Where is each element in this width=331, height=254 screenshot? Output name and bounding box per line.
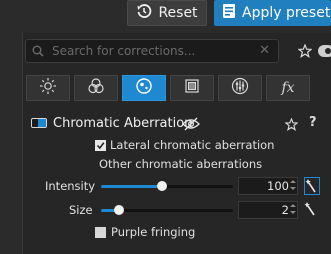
size-slider[interactable] — [101, 205, 233, 215]
favorites-star-icon[interactable] — [297, 43, 313, 62]
sun-icon — [39, 77, 57, 99]
search-input[interactable] — [50, 43, 254, 59]
lateral-checkbox[interactable] — [95, 140, 106, 151]
lens-icon — [135, 77, 153, 99]
intensity-slider[interactable] — [101, 181, 233, 191]
tab-local-adjustments[interactable] — [218, 75, 262, 101]
search-box[interactable]: ✕ — [25, 39, 279, 63]
clear-search-icon[interactable]: ✕ — [259, 43, 270, 58]
other-aberrations-label: Other chromatic aberrations — [99, 157, 263, 171]
purple-fringing-label: Purple fringing — [111, 225, 196, 239]
apply-preset-label: Apply preset — [242, 5, 331, 21]
panel-toggle-icon[interactable] — [318, 45, 331, 57]
tool-tabs: fx — [26, 75, 310, 101]
chromatic-aberration-header: Chromatic Aberration ? — [23, 113, 331, 135]
intensity-auto-button[interactable] — [304, 177, 320, 195]
magic-wand-icon — [305, 179, 319, 198]
fx-icon: fx — [281, 80, 295, 96]
tab-effects[interactable]: fx — [266, 75, 310, 101]
equalizer-icon — [231, 77, 249, 99]
circles-icon — [87, 77, 105, 99]
intensity-slider-fill — [101, 185, 162, 188]
tab-details[interactable] — [122, 75, 166, 101]
size-slider-knob[interactable] — [114, 205, 124, 215]
intensity-label: Intensity — [45, 179, 96, 193]
section-enable-toggle[interactable] — [31, 118, 47, 128]
intensity-slider-knob[interactable] — [157, 181, 167, 191]
tab-color[interactable] — [74, 75, 118, 101]
reset-button[interactable]: Reset — [127, 0, 207, 26]
preset-icon — [222, 3, 236, 23]
eye-off-icon[interactable] — [182, 116, 200, 135]
size-spinner-icon[interactable] — [289, 201, 297, 217]
section-title: Chromatic Aberration — [53, 116, 193, 131]
section-star-icon[interactable] — [284, 116, 299, 135]
corrections-panel: ✕ — [22, 33, 331, 254]
frame-icon — [183, 77, 201, 99]
help-icon[interactable]: ? — [309, 115, 317, 130]
intensity-spinner-icon[interactable] — [289, 177, 297, 193]
tab-geometry[interactable] — [170, 75, 214, 101]
reset-label: Reset — [158, 5, 198, 21]
size-auto-button[interactable] — [304, 201, 320, 219]
reset-icon — [136, 3, 152, 23]
purple-fringing-checkbox[interactable] — [95, 227, 106, 238]
magic-wand-icon — [304, 202, 318, 221]
apply-preset-button[interactable]: Apply preset — [214, 0, 331, 26]
size-label: Size — [69, 203, 93, 217]
search-icon — [32, 42, 44, 61]
lateral-label: Lateral chromatic aberration — [110, 138, 275, 152]
top-toolbar: Reset Apply preset — [0, 0, 331, 28]
tab-light[interactable] — [26, 75, 70, 101]
